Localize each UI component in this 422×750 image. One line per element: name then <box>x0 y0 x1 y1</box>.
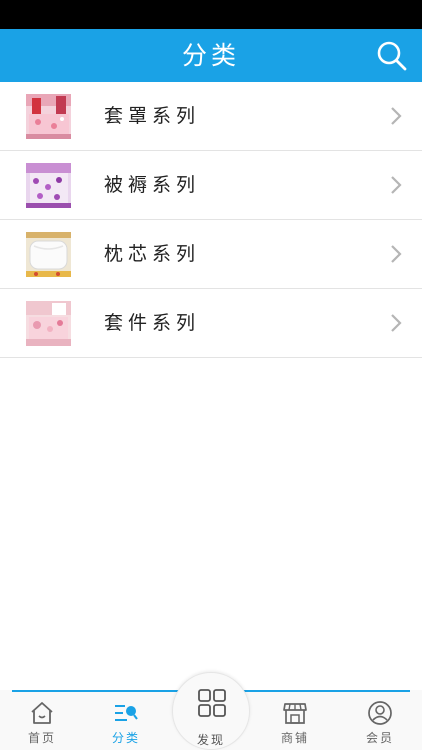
tab-label: 首页 <box>27 731 56 745</box>
tab-category[interactable]: 分类 <box>84 690 168 750</box>
category-item[interactable]: 被褥系列 <box>0 151 422 220</box>
chevron-right-icon <box>391 176 402 194</box>
user-icon <box>368 701 392 725</box>
chevron-right-icon <box>391 314 402 332</box>
chevron-right-icon <box>391 245 402 263</box>
search-icon[interactable] <box>376 40 408 72</box>
category-list: 套罩系列 被褥系列 枕芯系列 套件系列 <box>0 82 422 358</box>
pillow-thumbnail <box>26 232 71 277</box>
chevron-right-icon <box>391 107 402 125</box>
home-icon <box>31 702 53 724</box>
pink-bedding-thumbnail <box>26 94 71 139</box>
category-item[interactable]: 枕芯系列 <box>0 220 422 289</box>
app-header: 分类 <box>0 29 422 82</box>
grid-icon <box>198 689 226 717</box>
category-label: 套件系列 <box>104 312 201 334</box>
tab-label: 发现 <box>196 733 225 747</box>
tab-label: 会员 <box>365 731 394 745</box>
tab-discover[interactable]: 发现 <box>172 672 250 750</box>
tab-store[interactable]: 商铺 <box>253 690 337 750</box>
category-item[interactable]: 套件系列 <box>0 289 422 358</box>
category-label: 套罩系列 <box>104 105 201 127</box>
category-label: 被褥系列 <box>104 174 201 196</box>
page-title: 分类 <box>181 41 240 70</box>
purple-bedding-thumbnail <box>26 163 71 208</box>
tab-label: 分类 <box>111 731 140 745</box>
store-icon <box>283 703 307 724</box>
tab-label: 商铺 <box>280 731 309 745</box>
pink-bedroom-thumbnail <box>26 301 71 346</box>
category-label: 枕芯系列 <box>104 243 201 265</box>
tab-home[interactable]: 首页 <box>0 690 84 750</box>
category-icon <box>115 705 138 721</box>
status-bar <box>0 0 422 29</box>
category-item[interactable]: 套罩系列 <box>0 82 422 151</box>
tab-member[interactable]: 会员 <box>338 690 422 750</box>
